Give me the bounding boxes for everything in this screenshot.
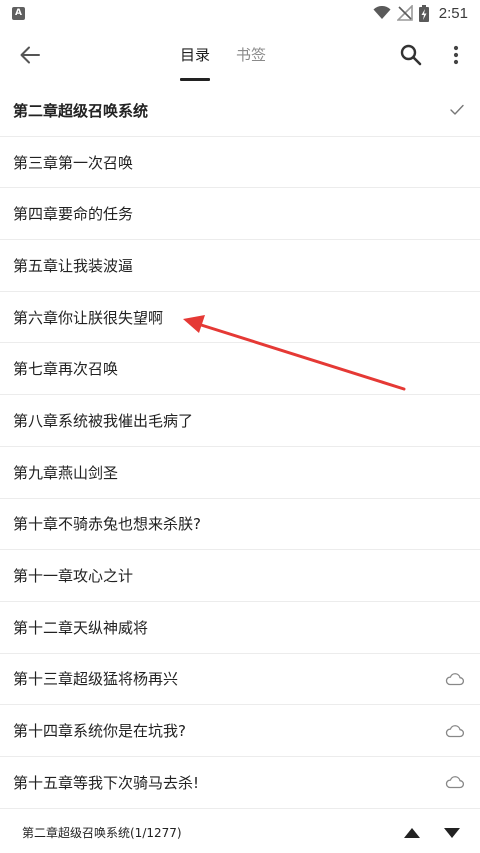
cloud-icon xyxy=(445,776,464,789)
chapter-title: 第二章超级召唤系统 xyxy=(13,101,149,120)
chapter-title: 第九章燕山剑圣 xyxy=(13,463,119,482)
tab-bookmarks[interactable]: 书签 xyxy=(236,44,266,65)
scroll-down-button[interactable] xyxy=(440,824,464,842)
chapter-item[interactable]: 第十五章等我下次骑马去杀! xyxy=(0,757,480,809)
status-bar: A 2:51 xyxy=(0,0,480,26)
chapter-item[interactable]: 第十四章系统你是在坑我? xyxy=(0,705,480,757)
chapter-item[interactable]: 第八章系统被我催出毛病了 xyxy=(0,395,480,447)
reading-progress: 第二章超级召唤系统(1/1277) xyxy=(22,826,182,840)
chapter-title: 第十一章攻心之计 xyxy=(13,567,134,586)
chapter-list: 第二章超级召唤系统 第三章第一次召唤 第四章要命的任务 第五章让我装波逼第六章你让朕很… xyxy=(0,85,480,809)
chapter-item[interactable]: 第三章第一次召唤 xyxy=(0,137,480,189)
notification-icon: A xyxy=(12,6,25,20)
chapter-item[interactable]: 第二章超级召唤系统 xyxy=(0,85,480,137)
clock: 2:51 xyxy=(438,4,468,22)
back-button[interactable] xyxy=(10,37,50,73)
chapter-title: 第十章不骑赤兔也想来杀朕? xyxy=(13,515,201,534)
tab-toc[interactable]: 目录 xyxy=(180,44,210,65)
active-tab-indicator xyxy=(180,78,210,81)
chapter-item[interactable]: 第七章再次召唤 xyxy=(0,343,480,396)
chapter-title: 第五章让我装波逼 xyxy=(13,256,134,275)
chapter-item[interactable]: 第六章你让朕很失望啊 xyxy=(0,292,480,344)
search-button[interactable] xyxy=(396,39,426,71)
battery-charging-icon xyxy=(418,4,429,22)
chapter-item[interactable]: 第四章要命的任务 xyxy=(0,188,480,241)
more-options-button[interactable] xyxy=(444,39,468,71)
search-icon xyxy=(400,44,422,66)
chapter-title: 第四章要命的任务 xyxy=(13,205,134,224)
chapter-title: 第十二章天纵神威将 xyxy=(13,618,149,637)
triangle-down-icon xyxy=(444,828,460,838)
chapter-title: 第十三章超级猛将杨再兴 xyxy=(13,670,179,689)
chapter-title: 第十五章等我下次骑马去杀! xyxy=(13,773,200,792)
scroll-up-button[interactable] xyxy=(400,824,424,842)
chapter-title: 第十四章系统你是在坑我? xyxy=(13,722,186,741)
chapter-title: 第六章你让朕很失望啊 xyxy=(13,308,164,327)
chapter-item[interactable]: 第九章燕山剑圣 xyxy=(0,447,480,499)
wifi-icon xyxy=(373,6,391,19)
chapter-item[interactable]: 第十二章天纵神威将 xyxy=(0,602,480,654)
chapter-item[interactable]: 第十三章超级猛将杨再兴 xyxy=(0,654,480,706)
no-signal-icon xyxy=(396,5,413,21)
more-vertical-icon xyxy=(453,45,459,65)
bottom-bar: 第二章超级召唤系统(1/1277) xyxy=(0,812,480,853)
chapter-title: 第八章系统被我催出毛病了 xyxy=(13,411,194,430)
chapter-item[interactable]: 第五章让我装波逼 xyxy=(0,240,480,292)
chapter-item[interactable]: 第十一章攻心之计 xyxy=(0,550,480,602)
toolbar: 目录 书签 xyxy=(0,26,480,84)
cloud-icon xyxy=(445,724,464,737)
arrow-left-icon xyxy=(20,46,40,64)
chapter-title: 第七章再次召唤 xyxy=(13,360,119,379)
chapter-title: 第三章第一次召唤 xyxy=(13,153,134,172)
triangle-up-icon xyxy=(404,828,420,838)
chapter-item[interactable]: 第十章不骑赤兔也想来杀朕? xyxy=(0,499,480,551)
cloud-icon xyxy=(445,672,464,686)
check-icon xyxy=(450,105,464,116)
